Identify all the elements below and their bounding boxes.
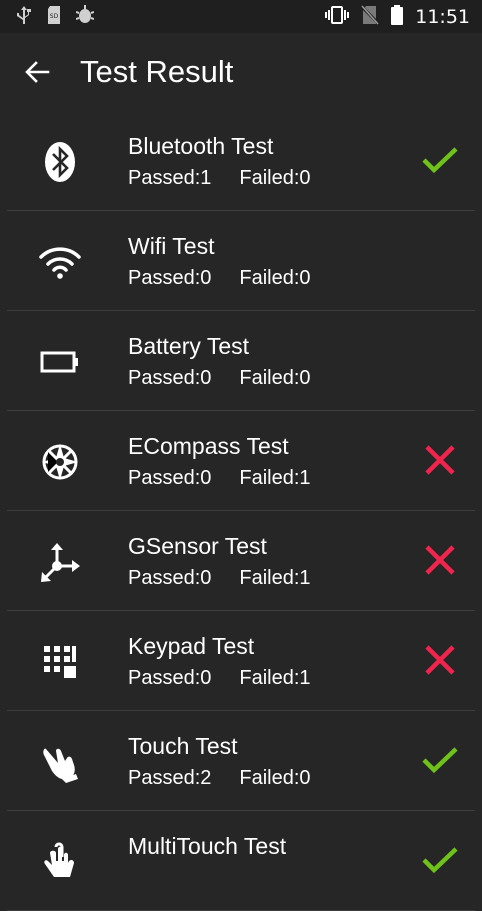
status-bar-right: 11:51 — [325, 0, 482, 33]
status-time: 11:51 — [415, 5, 470, 28]
test-stats: Passed:0 Failed:0 — [128, 367, 311, 390]
keypad-icon — [37, 639, 83, 685]
battery-icon — [37, 339, 83, 385]
passed-count: Passed:0 — [128, 367, 212, 389]
failed-count: Failed:0 — [239, 367, 311, 389]
passed-count: Passed:0 — [128, 567, 212, 589]
failed-count: Failed:1 — [239, 467, 311, 489]
cross-icon — [419, 639, 461, 681]
test-name: Keypad Test — [128, 633, 255, 659]
test-name: Battery Test — [128, 333, 250, 359]
test-stats: Passed:0 Failed:0 — [128, 267, 311, 290]
arrow-back-icon — [25, 61, 50, 83]
check-icon — [419, 739, 461, 781]
failed-count: Failed:0 — [239, 167, 311, 189]
status-bar-left: SD — [0, 0, 95, 33]
multitouch-icon — [37, 839, 83, 885]
back-button[interactable] — [17, 52, 57, 92]
axes-icon — [37, 539, 83, 585]
compass-icon — [37, 439, 83, 485]
touch-icon — [37, 739, 83, 785]
test-stats: Passed:0 Failed:1 — [128, 467, 311, 490]
test-stats: Passed:0 Failed:1 — [128, 567, 311, 590]
passed-count: Passed:1 — [128, 167, 212, 189]
test-name: MultiTouch Test — [128, 833, 287, 859]
failed-count: Failed:1 — [239, 567, 311, 589]
wifi-icon — [37, 239, 83, 285]
passed-count: Passed:0 — [128, 267, 212, 289]
test-name: Wifi Test — [128, 233, 215, 259]
list-item-bluetooth-test[interactable]: Bluetooth Test Passed:1 Failed:0 — [7, 111, 475, 211]
test-stats: Passed:0 Failed:1 — [128, 667, 311, 690]
test-result-list: Bluetooth Test Passed:1 Failed:0 Wifi Te… — [0, 111, 482, 911]
list-item-keypad-test[interactable]: Keypad Test Passed:0 Failed:1 — [7, 611, 475, 711]
test-name: Touch Test — [128, 733, 238, 759]
no-sim-icon — [360, 4, 381, 29]
test-name: GSensor Test — [128, 533, 267, 559]
status-bar: SD 11:51 — [0, 0, 482, 33]
test-name: Bluetooth Test — [128, 133, 274, 159]
list-item-gsensor-test[interactable]: GSensor Test Passed:0 Failed:1 — [7, 511, 475, 611]
check-icon — [419, 139, 461, 181]
battery-status-icon — [391, 4, 404, 29]
check-icon — [419, 839, 461, 881]
list-item-multitouch-test[interactable]: MultiTouch Test — [7, 811, 475, 911]
list-item-touch-test[interactable]: Touch Test Passed:2 Failed:0 — [7, 711, 475, 811]
failed-count: Failed:0 — [239, 767, 311, 789]
list-item-ecompass-test[interactable]: ECompass Test Passed:0 Failed:1 — [7, 411, 475, 511]
page-title: Test Result — [80, 54, 234, 89]
cross-icon — [419, 539, 461, 581]
passed-count: Passed:2 — [128, 767, 212, 789]
failed-count: Failed:0 — [239, 267, 311, 289]
android-debug-icon — [75, 4, 95, 29]
bluetooth-icon — [37, 139, 83, 185]
svg-text:SD: SD — [50, 13, 59, 20]
failed-count: Failed:1 — [239, 667, 311, 689]
sd-card-icon: SD — [46, 5, 62, 29]
usb-icon — [16, 5, 32, 29]
test-stats: Passed:2 Failed:0 — [128, 767, 311, 790]
cross-icon — [419, 439, 461, 481]
vibrate-icon — [325, 5, 350, 29]
list-item-wifi-test[interactable]: Wifi Test Passed:0 Failed:0 — [7, 211, 475, 311]
passed-count: Passed:0 — [128, 467, 212, 489]
list-item-battery-test[interactable]: Battery Test Passed:0 Failed:0 — [7, 311, 475, 411]
passed-count: Passed:0 — [128, 667, 212, 689]
app-bar: Test Result — [0, 33, 482, 111]
test-stats: Passed:1 Failed:0 — [128, 167, 311, 190]
test-name: ECompass Test — [128, 433, 289, 459]
